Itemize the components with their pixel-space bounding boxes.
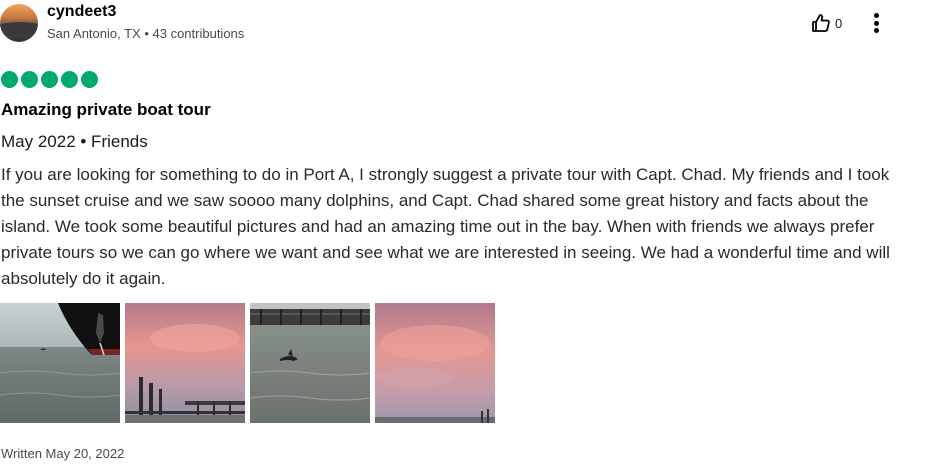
review-card: cyndeet3 San Antonio, TX • 43 contributi… (0, 0, 927, 468)
helpful-count: 0 (835, 15, 843, 31)
more-dot (873, 28, 879, 33)
username[interactable]: cyndeet3 (47, 3, 116, 21)
avatar[interactable] (0, 4, 38, 42)
review-photo[interactable] (0, 303, 120, 423)
thumbs-up-icon[interactable] (811, 13, 831, 33)
trip-date-type: May 2022 • Friends (1, 132, 148, 151)
more-dot (873, 20, 879, 26)
review-title[interactable]: Amazing private boat tour (1, 100, 211, 120)
more-options-icon[interactable] (869, 10, 883, 36)
rating-bubbles (1, 71, 98, 88)
review-photos (0, 303, 495, 423)
helpful-vote-button[interactable]: 0 (811, 13, 842, 33)
user-location-contributions: San Antonio, TX • 43 contributions (47, 26, 245, 41)
more-dot (873, 13, 879, 18)
rating-bubble-icon (41, 71, 58, 88)
written-date: Written May 20, 2022 (1, 446, 125, 461)
rating-bubble-icon (61, 71, 78, 88)
review-photo[interactable] (250, 303, 370, 423)
rating-bubble-icon (21, 71, 38, 88)
rating-bubble-icon (1, 71, 18, 88)
review-photo[interactable] (125, 303, 245, 423)
review-photo[interactable] (375, 303, 495, 423)
review-body: If you are looking for something to do i… (1, 165, 890, 288)
rating-bubble-icon (81, 71, 98, 88)
